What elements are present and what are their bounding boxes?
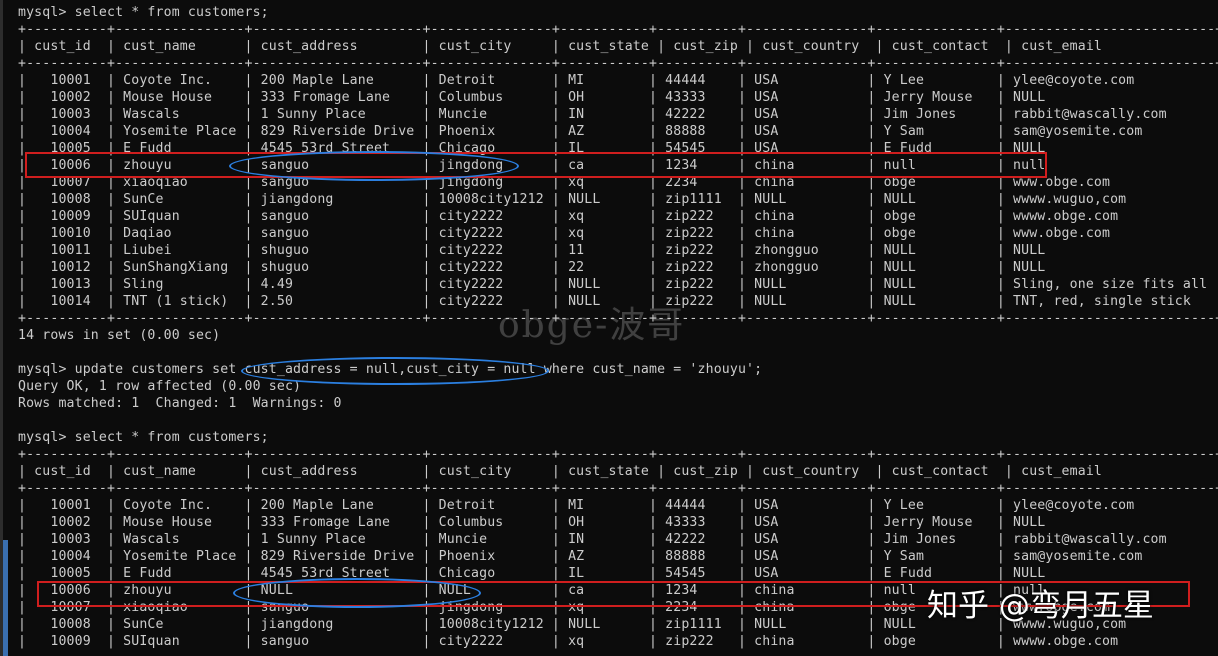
terminal-line: Query OK, 1 row affected (0.00 sec): [18, 379, 302, 394]
terminal-line: +----------+----------------+-----------…: [18, 56, 1218, 71]
terminal-line: | 10004 | Yosemite Place | 829 Riverside…: [18, 549, 1218, 564]
terminal-line: | 10003 | Wascals | 1 Sunny Place | Munc…: [18, 532, 1218, 547]
terminal-line: | 10005 | E Fudd | 4545 53rd Street | Ch…: [18, 141, 1218, 156]
terminal-line: mysql> select * from customers;: [18, 430, 269, 445]
terminal-window[interactable]: mysql> select * from customers; +--------…: [0, 0, 1218, 656]
terminal-line: | 10009 | SUIquan | sanguo | city2222 | …: [18, 209, 1218, 224]
terminal-line: | 10011 | Liubei | shuguo | city2222 | 1…: [18, 243, 1218, 258]
terminal-line: +----------+----------------+-----------…: [18, 22, 1218, 37]
terminal-line: | 10012 | SunShangXiang | shuguo | city2…: [18, 260, 1218, 275]
terminal-line: +----------+----------------+-----------…: [18, 447, 1218, 462]
window-edge-strip: [3, 540, 8, 656]
terminal-line: | 10001 | Coyote Inc. | 200 Maple Lane |…: [18, 73, 1218, 88]
terminal-line: | 10009 | SUIquan | sanguo | city2222 | …: [18, 634, 1218, 649]
terminal-line: | 10004 | Yosemite Place | 829 Riverside…: [18, 124, 1218, 139]
terminal-line: Rows matched: 1 Changed: 1 Warnings: 0: [18, 396, 342, 411]
terminal-line: | 10007 | xiaoqiao | sanguo | jingdong |…: [18, 175, 1218, 190]
terminal-line: | cust_id | cust_name | cust_address | c…: [18, 464, 1218, 479]
zhihu-credit-watermark: 知乎 @弯月五星: [927, 588, 1154, 624]
terminal-line: mysql> update customers set cust_address…: [18, 362, 763, 377]
terminal-line: | 10008 | SunCe | jiangdong | 10008city1…: [18, 192, 1218, 207]
terminal-line: | 10003 | Wascals | 1 Sunny Place | Munc…: [18, 107, 1218, 122]
terminal-line: | 10013 | Sling | 4.49 | city2222 | NULL…: [18, 277, 1218, 292]
terminal-line: | 10010 | Daqiao | sanguo | city2222 | x…: [18, 226, 1218, 241]
watermark-text: obge-波哥: [498, 305, 686, 346]
terminal-line: | 10002 | Mouse House | 333 Fromage Lane…: [18, 515, 1218, 530]
terminal-line: | cust_id | cust_name | cust_address | c…: [18, 39, 1218, 54]
terminal-line: | 10002 | Mouse House | 333 Fromage Lane…: [18, 90, 1218, 105]
terminal-line: | 10001 | Coyote Inc. | 200 Maple Lane |…: [18, 498, 1218, 513]
terminal-line: +----------+----------------+-----------…: [18, 481, 1218, 496]
terminal-line: mysql> select * from customers;: [18, 5, 269, 20]
terminal-line: | 10006 | zhouyu | sanguo | jingdong | c…: [18, 158, 1218, 173]
